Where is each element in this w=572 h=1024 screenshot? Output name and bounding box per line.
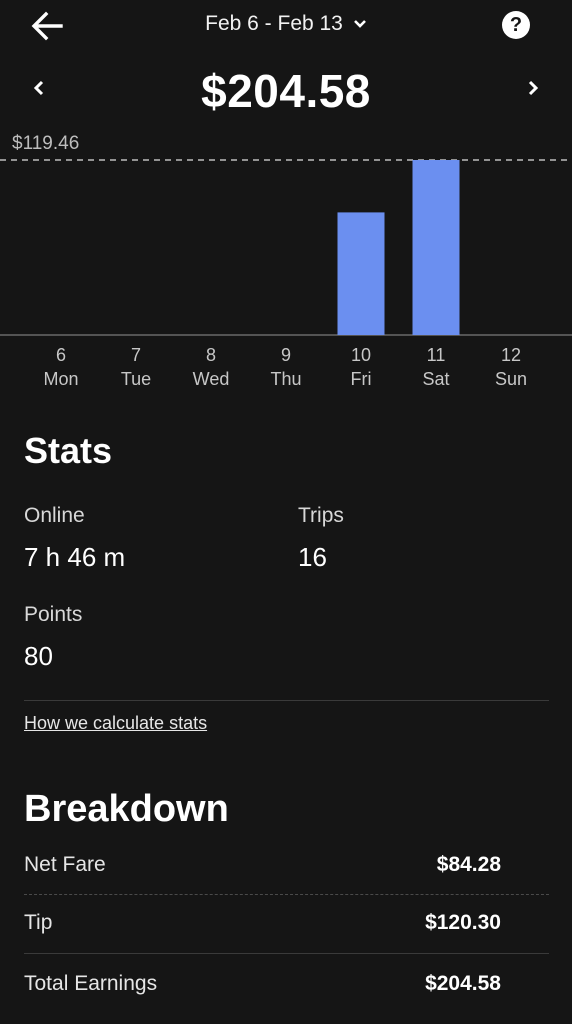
chart-day-labels: 6 Mon 7 Tue 8 Wed 9 Thu 10 Fri 11 Sat 12 Sun xyxy=(0,343,572,393)
day-number: 9 xyxy=(280,345,291,365)
day-label-mon[interactable]: 6 Mon xyxy=(31,343,91,391)
stats-divider xyxy=(24,700,549,701)
stats-title: Stats xyxy=(24,430,113,471)
day-name: Wed xyxy=(192,369,230,389)
day-label-wed[interactable]: 8 Wed xyxy=(181,343,241,391)
online-value: 7 h 46 m xyxy=(24,542,126,572)
day-name: Sun xyxy=(494,369,528,389)
day-number: 11 xyxy=(426,345,446,365)
day-name: Thu xyxy=(270,369,302,389)
chevron-down-icon xyxy=(353,10,367,34)
day-label-fri[interactable]: 10 Fri xyxy=(331,343,391,391)
breakdown-title: Breakdown xyxy=(24,788,229,830)
day-name: Fri xyxy=(350,369,372,389)
day-number: 10 xyxy=(350,345,372,365)
online-label: Online xyxy=(24,504,85,527)
how-we-calculate-link[interactable]: How we calculate stats xyxy=(24,713,207,734)
day-label-sun[interactable]: 12 Sun xyxy=(481,343,541,391)
points-value: 80 xyxy=(24,641,53,671)
tip-label: Tip xyxy=(24,911,53,934)
earnings-screen: Feb 6 - Feb 13 ? $204.58 $119.46 6 Mon 7 Tu… xyxy=(0,0,572,1024)
breakdown-divider xyxy=(24,894,549,895)
net-fare-label: Net Fare xyxy=(24,853,106,876)
help-icon: ? xyxy=(509,14,523,36)
day-label-thu[interactable]: 9 Thu xyxy=(256,343,316,391)
day-name: Mon xyxy=(43,369,79,389)
day-number: 8 xyxy=(205,345,216,365)
tip-value: $120.30 xyxy=(425,911,501,934)
day-label-tue[interactable]: 7 Tue xyxy=(106,343,166,391)
day-number: 6 xyxy=(55,345,66,365)
day-name: Tue xyxy=(120,369,152,389)
trips-label: Trips xyxy=(298,504,344,527)
day-label-sat[interactable]: 11 Sat xyxy=(406,343,466,391)
total-earnings-value: $204.58 xyxy=(425,972,501,995)
bar-fri[interactable] xyxy=(337,212,385,335)
total-earnings-label: Total Earnings xyxy=(24,972,158,995)
chevron-right-icon xyxy=(528,80,539,96)
help-button[interactable]: ? xyxy=(502,11,530,39)
date-range-label: Feb 6 - Feb 13 xyxy=(205,12,343,35)
bar-sat[interactable] xyxy=(412,160,460,335)
net-fare-value: $84.28 xyxy=(436,853,501,876)
day-number: 7 xyxy=(130,345,141,365)
next-week-button[interactable] xyxy=(526,72,540,108)
date-range-selector[interactable]: Feb 6 - Feb 13 xyxy=(0,12,572,36)
weekly-total: $204.58 xyxy=(201,65,371,117)
day-number: 12 xyxy=(500,345,522,365)
breakdown-divider xyxy=(24,953,549,954)
trips-value: 16 xyxy=(298,542,327,572)
day-name: Sat xyxy=(422,369,450,389)
points-label: Points xyxy=(24,603,83,626)
